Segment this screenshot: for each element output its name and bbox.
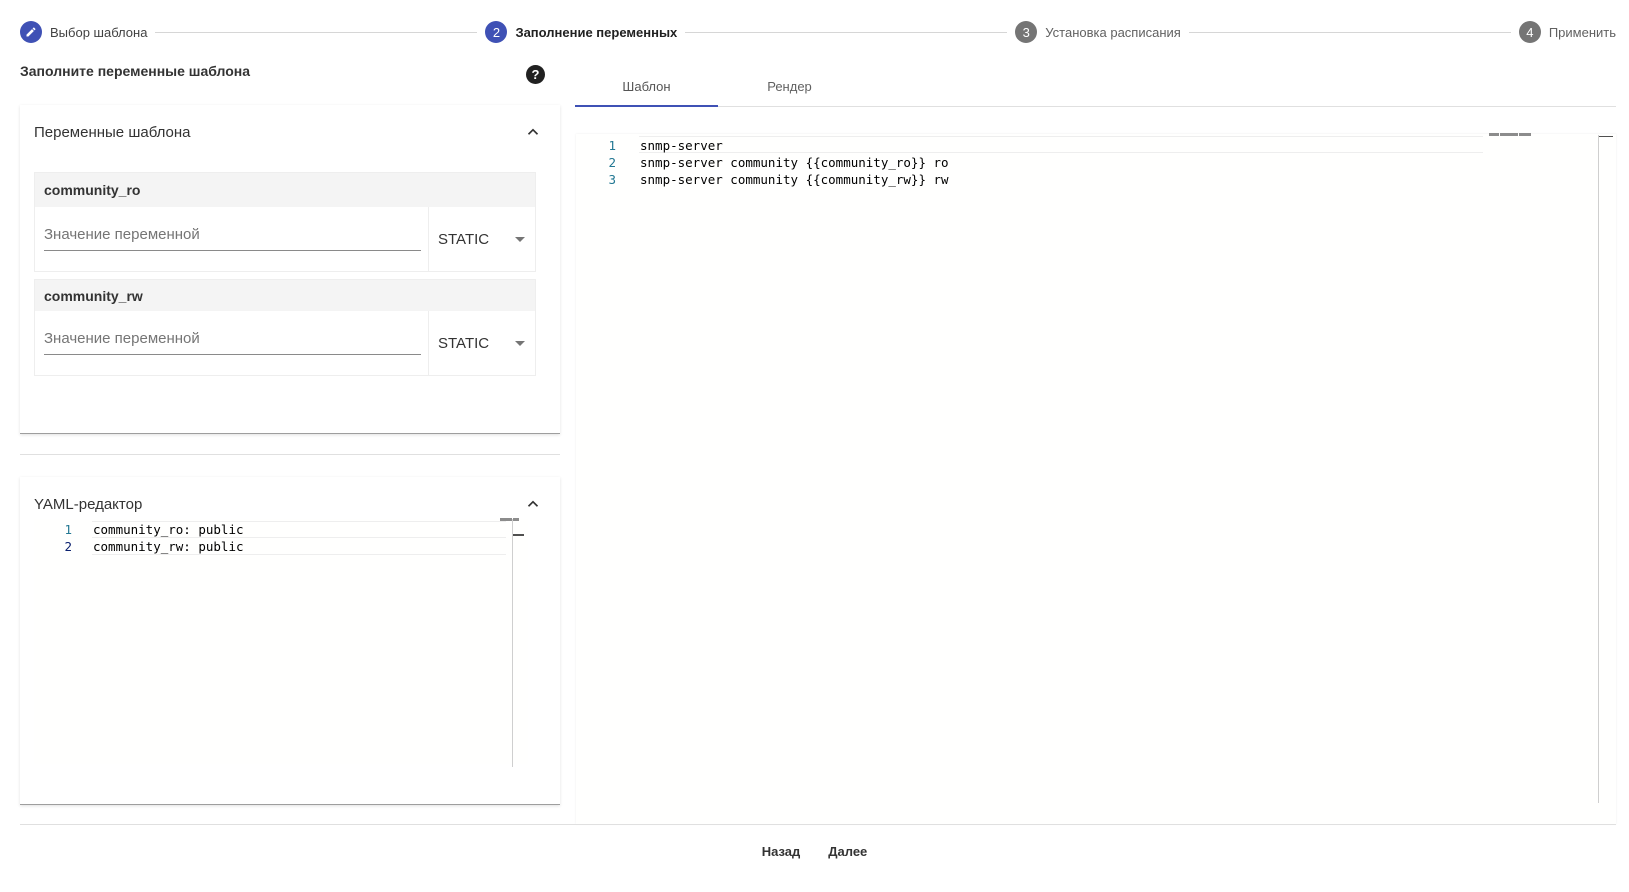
variables-panel-header[interactable]: Переменные шаблона: [34, 123, 542, 141]
variable-row: STATIC: [35, 311, 535, 375]
line-number: 2: [608, 155, 616, 170]
step-connector: [685, 31, 1008, 33]
caret-down-icon: [515, 340, 525, 346]
line-number: 1: [64, 522, 72, 537]
line-number: 2: [64, 539, 72, 554]
editor-tabs: Шаблон Рендер: [575, 65, 1616, 107]
template-scrollbar-thumb[interactable]: [1599, 136, 1613, 137]
panel-title: YAML-редактор: [34, 495, 143, 513]
back-button[interactable]: Назад: [748, 836, 815, 866]
yaml-scrollbar-thumb[interactable]: [513, 534, 524, 536]
line-number: 3: [608, 172, 616, 187]
step-label: Применить: [1548, 24, 1616, 40]
code-line: community_rw: public: [93, 539, 244, 554]
step-apply[interactable]: 4 Применить: [1518, 21, 1616, 43]
panel-title: Переменные шаблона: [34, 123, 191, 141]
variable-value-input[interactable]: [44, 323, 421, 355]
variable-row: STATIC: [35, 207, 535, 271]
code-line: community_ro: public: [93, 522, 244, 537]
divider: [20, 824, 1616, 825]
step-set-schedule[interactable]: 3 Установка расписания: [1015, 21, 1181, 43]
step-number: 4: [1518, 21, 1541, 43]
variable-name: community_ro: [35, 173, 535, 207]
minimap[interactable]: [1489, 133, 1532, 136]
line-number: 1: [608, 138, 616, 153]
variable-item: community_ro STATIC: [34, 172, 536, 272]
step-label: Заполнение переменных: [515, 24, 678, 40]
code-line: snmp-server community {{community_rw}} r…: [640, 172, 949, 187]
tab-template[interactable]: Шаблон: [575, 65, 718, 107]
yaml-panel: YAML-редактор 1 community_ro: public 2 c…: [20, 477, 560, 805]
step-connector: [155, 31, 478, 33]
step-number: 3: [1015, 21, 1038, 43]
step-label: Выбор шаблона: [50, 24, 148, 40]
variable-type-select[interactable]: STATIC: [428, 207, 537, 271]
yaml-scrollbar[interactable]: [512, 519, 513, 767]
variable-name: community_rw: [35, 280, 535, 311]
pencil-icon: [20, 21, 42, 43]
current-line-highlight: [639, 136, 1483, 153]
chevron-up-icon[interactable]: [524, 495, 542, 513]
minimap[interactable]: [500, 518, 520, 521]
variable-item: community_rw STATIC: [34, 279, 536, 376]
divider: [20, 454, 560, 455]
active-tab-indicator: [575, 105, 718, 107]
code-line: snmp-server: [640, 138, 723, 153]
variables-panel: Переменные шаблона community_ro STATIC c…: [20, 105, 560, 434]
section-title: Заполните переменные шаблона: [20, 63, 251, 79]
next-button[interactable]: Далее: [814, 836, 881, 866]
variable-type-select[interactable]: STATIC: [428, 311, 537, 375]
variable-value-input[interactable]: [44, 219, 421, 251]
stepper: Выбор шаблона 2 Заполнение переменных 3 …: [20, 21, 1616, 43]
wizard-actions: Назад Далее: [0, 836, 1629, 866]
caret-down-icon: [515, 236, 525, 242]
step-select-template[interactable]: Выбор шаблона: [20, 21, 147, 43]
yaml-panel-header[interactable]: YAML-редактор: [34, 495, 542, 513]
chevron-up-icon[interactable]: [524, 123, 542, 141]
tab-render[interactable]: Рендер: [718, 65, 861, 107]
step-number: 2: [485, 21, 508, 43]
variable-type-value: STATIC: [438, 334, 490, 352]
step-connector: [1188, 31, 1511, 33]
step-fill-variables[interactable]: 2 Заполнение переменных: [485, 21, 677, 43]
yaml-code-editor[interactable]: 1 community_ro: public 2 community_rw: p…: [34, 518, 528, 764]
template-code-editor[interactable]: 1 snmp-server 2 snmp-server community {{…: [576, 133, 1616, 824]
template-scrollbar[interactable]: [1598, 135, 1599, 803]
step-label: Установка расписания: [1045, 24, 1181, 40]
help-icon[interactable]: ?: [526, 65, 545, 84]
variable-type-value: STATIC: [438, 230, 490, 248]
template-wizard: Выбор шаблона 2 Заполнение переменных 3 …: [0, 0, 1629, 892]
code-line: snmp-server community {{community_ro}} r…: [640, 155, 949, 170]
